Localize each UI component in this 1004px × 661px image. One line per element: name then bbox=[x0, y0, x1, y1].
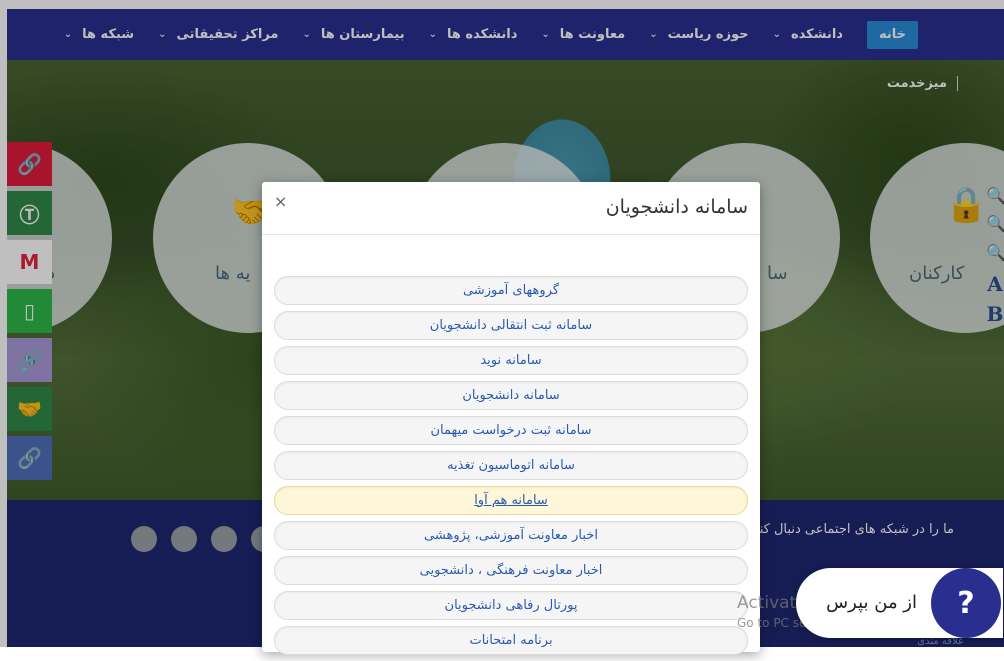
modal-title: سامانه دانشجویان bbox=[605, 196, 748, 218]
ask-me-label: از من بپرس bbox=[826, 592, 917, 613]
modal-link-item[interactable]: گروههای آموزشی bbox=[274, 276, 748, 305]
students-modal: سامانه دانشجویان × گروههای آموزشی سامانه… bbox=[262, 182, 760, 655]
modal-link-item[interactable]: سامانه اتوماسیون تغذیه bbox=[274, 451, 748, 480]
modal-link-item-hovered[interactable]: سامانه هم آوا bbox=[274, 486, 748, 515]
modal-link-list: گروههای آموزشی سامانه ثبت انتقالی دانشجو… bbox=[274, 276, 748, 661]
close-icon[interactable]: × bbox=[274, 192, 287, 211]
modal-link-item[interactable]: اخبار معاونت آموزشی، پژوهشی bbox=[274, 521, 748, 550]
modal-link-item[interactable]: سامانه ثبت انتقالی دانشجویان bbox=[274, 311, 748, 340]
modal-link-item[interactable]: اخبار معاونت فرهنگی ، دانشجویی bbox=[274, 556, 748, 585]
modal-link-item[interactable]: برنامه امتحانات bbox=[274, 626, 748, 655]
modal-link-item[interactable]: سامانه دانشجویان bbox=[274, 381, 748, 410]
modal-header: سامانه دانشجویان × bbox=[262, 182, 760, 235]
modal-link-item[interactable]: سامانه نوید bbox=[274, 346, 748, 375]
modal-link-item[interactable]: پورتال رفاهی دانشجویان bbox=[274, 591, 748, 620]
modal-link-item[interactable]: سامانه ثبت درخواست میهمان bbox=[274, 416, 748, 445]
question-mark-icon[interactable]: ? bbox=[931, 568, 1001, 638]
